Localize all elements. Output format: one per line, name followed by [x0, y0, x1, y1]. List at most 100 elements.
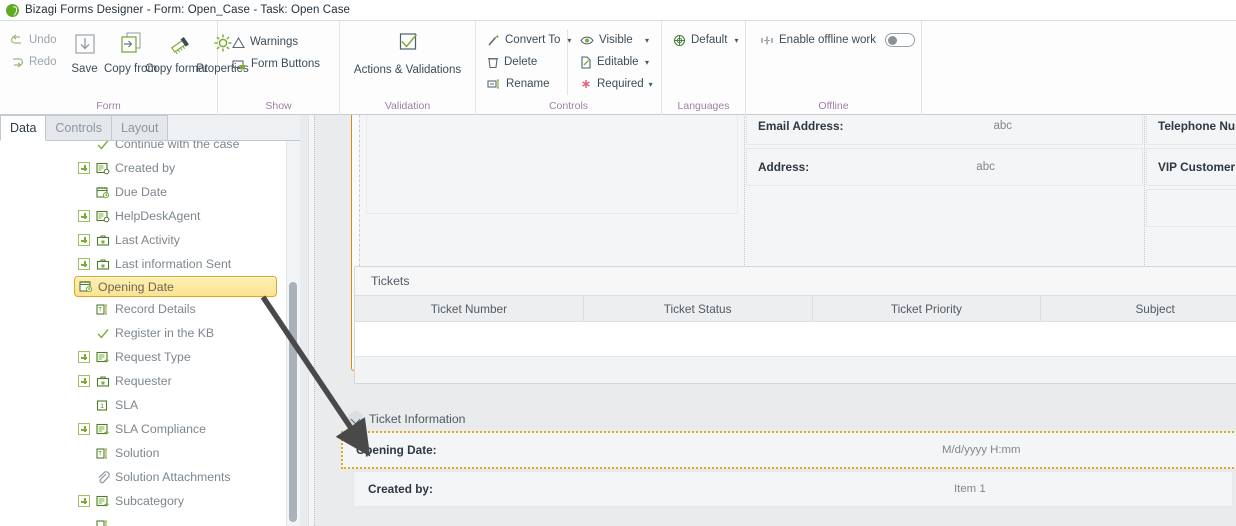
undo-label: Undo [29, 34, 57, 46]
expand-icon[interactable] [78, 495, 90, 507]
rename-button[interactable]: Rename [482, 73, 567, 95]
enable-offline-work-toggle[interactable] [884, 33, 915, 47]
required-button[interactable]: Required ▾ [575, 73, 662, 95]
actions-validations-label: Actions & Validations [353, 64, 462, 76]
form-row-email-address[interactable]: Email Address: abc [746, 115, 1143, 145]
tickets-grid-empty-row[interactable] [355, 322, 1236, 356]
tab-layout[interactable]: Layout [110, 115, 169, 140]
tree-item-continue-with-the-case[interactable]: Continue with the case [0, 141, 283, 156]
ticket-information-header[interactable]: Ticket Information [343, 405, 1236, 432]
tree-item-requester[interactable]: Requester [0, 369, 283, 393]
warning-triangle-icon [232, 36, 245, 49]
tree-item-sla-compliance[interactable]: SLA Compliance [0, 417, 283, 441]
warnings-label: Warnings [250, 36, 299, 48]
trash-icon [487, 56, 499, 69]
form-row[interactable] [1146, 189, 1236, 227]
copy-format-button[interactable]: Copy format [145, 25, 208, 75]
default-language-button[interactable]: Default ▾ [668, 29, 743, 51]
tree-item-request-type[interactable]: Request Type [0, 345, 283, 369]
tree-item-solution-attachments[interactable]: Solution Attachments [0, 465, 283, 489]
address-value: abc [976, 161, 995, 173]
expand-icon[interactable] [78, 234, 90, 246]
tree-item-label: Solution [115, 446, 160, 460]
date-icon [79, 280, 93, 293]
delete-button[interactable]: Delete [482, 51, 567, 73]
form-row-vip-customer[interactable]: VIP Customer: [1146, 148, 1236, 186]
tree-item-subcategory[interactable]: Subcategory [0, 489, 283, 513]
form-row-created-by[interactable]: Created by: Item 1 [353, 471, 1233, 507]
convert-to-button[interactable]: Convert To ▾ [482, 29, 571, 51]
tree-item-solution[interactable]: T Solution [0, 441, 283, 465]
tree-item-last-activity[interactable]: Last Activity [0, 228, 283, 252]
offline-icon [760, 34, 774, 47]
editable-button[interactable]: Editable ▾ [575, 51, 662, 73]
data-tree: Continue with the case Created by Due Da… [0, 141, 300, 526]
tree-item-sla[interactable]: 1 SLA [0, 393, 283, 417]
editable-label: Editable [597, 56, 639, 68]
enable-offline-work-label: Enable offline work [779, 34, 876, 46]
eye-icon [580, 35, 594, 46]
expand-icon[interactable] [78, 162, 90, 174]
default-language-label: Default [691, 34, 728, 46]
expand-icon[interactable] [78, 258, 90, 270]
tab-data[interactable]: Data [0, 115, 47, 141]
undo-button[interactable]: Undo [5, 29, 62, 51]
case-icon [96, 258, 110, 271]
warnings-button[interactable]: Warnings [227, 31, 303, 53]
tree-item-register-in-the-kb[interactable]: Register in the KB [0, 321, 283, 345]
rename-icon [487, 78, 501, 90]
tree-item-record-details[interactable]: T Record Details [0, 297, 283, 321]
expand-icon[interactable] [78, 351, 90, 363]
sidebar-scrollbar-thumb[interactable] [289, 282, 297, 522]
number-icon: 1 [96, 399, 110, 412]
convert-to-label: Convert To [505, 34, 561, 46]
ribbon-toolbar: Undo Redo Save Copy from Copy format Pro… [0, 21, 1236, 115]
column-header-ticket-number[interactable]: Ticket Number [355, 296, 584, 321]
form-row-address[interactable]: Address: abc [746, 148, 1143, 186]
expand-icon[interactable] [78, 375, 90, 387]
form-buttons-icon [232, 58, 246, 71]
convert-to-icon [487, 34, 500, 47]
expand-icon[interactable] [78, 210, 90, 222]
form-row-telephone-number[interactable]: Telephone Numbe [1146, 115, 1236, 145]
ribbon-filler [922, 21, 1236, 114]
enable-offline-work-toggle-row[interactable]: Enable offline work [755, 29, 920, 51]
tree-item-created-by[interactable]: Created by [0, 156, 283, 180]
redo-button[interactable]: Redo [5, 51, 62, 73]
tree-item-label: Register in the KB [115, 326, 215, 340]
check-icon [96, 327, 110, 340]
visible-label: Visible [599, 34, 633, 46]
panel-splitter[interactable] [300, 115, 308, 526]
chevron-down-icon[interactable]: ▾ [649, 80, 653, 89]
created-by-label: Created by: [368, 482, 433, 496]
text-icon [96, 519, 110, 526]
tab-controls[interactable]: Controls [45, 115, 112, 140]
tree-item-label: Opening Date [98, 279, 174, 294]
opening-date-value: M/d/yyyy H:mm [942, 444, 1021, 456]
chevron-down-icon[interactable]: ▾ [734, 36, 738, 45]
tree-item-last-information-sent[interactable]: Last information Sent [0, 252, 283, 276]
form-buttons-button[interactable]: Form Buttons [227, 53, 325, 75]
column-header-ticket-status[interactable]: Ticket Status [584, 296, 813, 321]
tree-item-helpdeskagent[interactable]: HelpDeskAgent [0, 204, 283, 228]
svg-text:1: 1 [100, 402, 104, 409]
actions-validations-button[interactable]: Actions & Validations [347, 26, 468, 76]
tickets-grid-card[interactable]: Tickets Ticket Number Ticket Status Tick… [354, 266, 1236, 384]
column-header-ticket-priority[interactable]: Ticket Priority [813, 296, 1042, 321]
chevron-down-icon[interactable]: ▾ [645, 58, 649, 67]
created-by-value: Item 1 [954, 483, 986, 495]
attachment-icon [96, 470, 110, 484]
form-buttons-label: Form Buttons [251, 58, 321, 70]
chevron-down-icon[interactable]: ▾ [645, 36, 649, 45]
column-header-subject[interactable]: Subject [1041, 296, 1236, 321]
tree-item-opening-date[interactable]: Opening Date [74, 276, 277, 297]
tree-item-due-date[interactable]: Due Date [0, 180, 283, 204]
visible-button[interactable]: Visible ▾ [575, 29, 662, 51]
form-row-opening-date[interactable]: Opening Date: M/d/yyyy H:mm [341, 431, 1236, 469]
chevron-down-icon[interactable] [348, 411, 363, 426]
vip-customer-label: VIP Customer: [1158, 160, 1236, 174]
expand-icon[interactable] [78, 423, 90, 435]
tickets-grid-title: Tickets [371, 274, 410, 288]
tree-item-partial-next[interactable] [0, 513, 283, 526]
save-button[interactable]: Save [62, 25, 108, 75]
